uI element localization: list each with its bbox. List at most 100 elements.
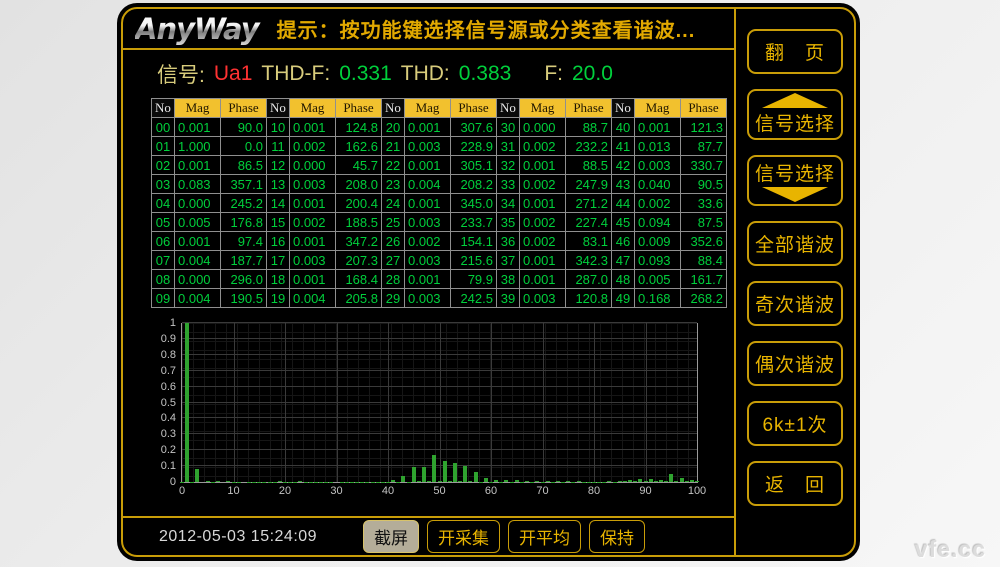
harmonic-phase: 45.7 bbox=[336, 156, 381, 174]
harmonic-phase: 162.6 bbox=[336, 137, 381, 155]
harmonic-bar bbox=[644, 481, 648, 482]
harmonic-mag: 0.003 bbox=[405, 251, 450, 269]
arrow-down-icon bbox=[762, 187, 828, 202]
six-k-plus-minus-one-label: 6k±1次 bbox=[762, 410, 827, 437]
harmonic-phase: 86.5 bbox=[221, 156, 266, 174]
table-header-cell: Phase bbox=[451, 99, 496, 117]
thd-label: THD: bbox=[401, 62, 450, 86]
signal-select-down-button[interactable]: 信号选择 bbox=[747, 155, 843, 206]
harmonic-no: 26 bbox=[382, 232, 404, 250]
y-tick-label: 0.8 bbox=[161, 348, 176, 362]
v-gridline bbox=[440, 323, 441, 482]
harmonic-mag: 0.004 bbox=[405, 175, 450, 193]
harmonic-phase: 120.8 bbox=[566, 289, 611, 307]
harmonic-mag: 0.001 bbox=[405, 118, 450, 136]
harmonic-phase: 187.7 bbox=[221, 251, 266, 269]
harmonic-bar bbox=[546, 481, 550, 482]
harmonic-phase: 121.3 bbox=[681, 118, 726, 136]
all-harmonics-button[interactable]: 全部谐波 bbox=[747, 221, 843, 266]
harmonic-no: 46 bbox=[612, 232, 634, 250]
harmonic-no: 14 bbox=[267, 194, 289, 212]
harmonic-no: 17 bbox=[267, 251, 289, 269]
return-label: 返 回 bbox=[765, 470, 825, 497]
harmonic-phase: 188.5 bbox=[336, 213, 381, 231]
harmonic-no: 03 bbox=[152, 175, 174, 193]
harmonic-bar bbox=[401, 476, 405, 482]
x-tick-label: 70 bbox=[536, 485, 548, 497]
table-header-cell: No bbox=[382, 99, 404, 117]
harmonic-no: 25 bbox=[382, 213, 404, 231]
harmonic-phase: 271.2 bbox=[566, 194, 611, 212]
even-harmonics-button[interactable]: 偶次谐波 bbox=[747, 341, 843, 386]
start-averaging-button[interactable]: 开平均 bbox=[508, 520, 581, 553]
harmonic-mag: 0.002 bbox=[405, 232, 450, 250]
watermark: vfe.cc bbox=[915, 536, 986, 563]
six-k-plus-minus-one-button[interactable]: 6k±1次 bbox=[747, 401, 843, 446]
harmonic-mag: 0.003 bbox=[290, 175, 335, 193]
start-acquisition-button[interactable]: 开采集 bbox=[427, 520, 500, 553]
x-tick-label: 20 bbox=[279, 485, 291, 497]
harmonic-bar bbox=[607, 481, 611, 482]
harmonic-mag: 0.001 bbox=[290, 194, 335, 212]
harmonic-phase: 296.0 bbox=[221, 270, 266, 288]
chart-plot: 00.10.20.30.40.50.60.70.80.9101020304050… bbox=[181, 323, 698, 483]
harmonic-phase: 79.9 bbox=[451, 270, 496, 288]
x-tick-label: 50 bbox=[433, 485, 445, 497]
harmonic-mag: 0.040 bbox=[635, 175, 680, 193]
page-flip-button[interactable]: 翻 页 bbox=[747, 29, 843, 74]
harmonic-bar bbox=[535, 481, 539, 482]
x-tick-label: 10 bbox=[227, 485, 239, 497]
harmonic-phase: 88.5 bbox=[566, 156, 611, 174]
harmonic-no: 06 bbox=[152, 232, 174, 250]
v-gridline bbox=[646, 323, 647, 482]
y-tick-label: 0.7 bbox=[161, 364, 176, 378]
harmonic-mag: 0.003 bbox=[290, 251, 335, 269]
harmonic-phase: 330.7 bbox=[681, 156, 726, 174]
harmonic-no: 15 bbox=[267, 213, 289, 231]
harmonic-bar bbox=[417, 481, 421, 482]
harmonic-chart: 00.10.20.30.40.50.60.70.80.9101020304050… bbox=[123, 308, 734, 516]
screenshot-button[interactable]: 截屏 bbox=[363, 520, 419, 553]
harmonic-no: 27 bbox=[382, 251, 404, 269]
harmonic-bar bbox=[468, 481, 472, 482]
harmonic-phase: 208.2 bbox=[451, 175, 496, 193]
page-flip-label: 翻 页 bbox=[765, 38, 825, 65]
table-header-cell: Mag bbox=[405, 99, 450, 117]
harmonic-phase: 215.6 bbox=[451, 251, 496, 269]
harmonic-phase: 0.0 bbox=[221, 137, 266, 155]
signal-select-up-button[interactable]: 信号选择 bbox=[747, 89, 843, 140]
v-gridline bbox=[594, 323, 595, 482]
hold-button[interactable]: 保持 bbox=[589, 520, 645, 553]
harmonic-no: 44 bbox=[612, 194, 634, 212]
harmonic-mag: 0.093 bbox=[635, 251, 680, 269]
table-header-cell: Mag bbox=[635, 99, 680, 117]
harmonic-bar bbox=[463, 466, 467, 482]
harmonic-phase: 88.7 bbox=[566, 118, 611, 136]
harmonic-bar bbox=[474, 472, 478, 482]
all-harmonics-label: 全部谐波 bbox=[755, 230, 835, 257]
harmonic-phase: 87.7 bbox=[681, 137, 726, 155]
harmonic-mag: 0.002 bbox=[635, 194, 680, 212]
harmonic-mag: 0.002 bbox=[520, 175, 565, 193]
signal-select-up-label: 信号选择 bbox=[755, 109, 835, 136]
harmonic-phase: 247.9 bbox=[566, 175, 611, 193]
harmonic-phase: 245.2 bbox=[221, 194, 266, 212]
harmonic-bar bbox=[443, 461, 447, 482]
harmonic-phase: 200.4 bbox=[336, 194, 381, 212]
freq-value: 20.0 bbox=[572, 62, 613, 86]
harmonic-bar bbox=[298, 481, 302, 482]
analyzer-screen: AnyWay 提示：按功能键选择信号源或分类查看谐波... 信号: Ua1 TH… bbox=[121, 7, 856, 557]
harmonic-no: 00 bbox=[152, 118, 174, 136]
return-button[interactable]: 返 回 bbox=[747, 461, 843, 506]
harmonic-no: 22 bbox=[382, 156, 404, 174]
harmonic-mag: 0.001 bbox=[175, 156, 220, 174]
harmonic-mag: 0.004 bbox=[175, 251, 220, 269]
harmonic-no: 16 bbox=[267, 232, 289, 250]
harmonic-phase: 154.1 bbox=[451, 232, 496, 250]
table-header-cell: No bbox=[152, 99, 174, 117]
harmonic-phase: 228.9 bbox=[451, 137, 496, 155]
harmonic-phase: 352.6 bbox=[681, 232, 726, 250]
harmonic-phase: 168.4 bbox=[336, 270, 381, 288]
odd-harmonics-button[interactable]: 奇次谐波 bbox=[747, 281, 843, 326]
table-header-cell: Phase bbox=[566, 99, 611, 117]
